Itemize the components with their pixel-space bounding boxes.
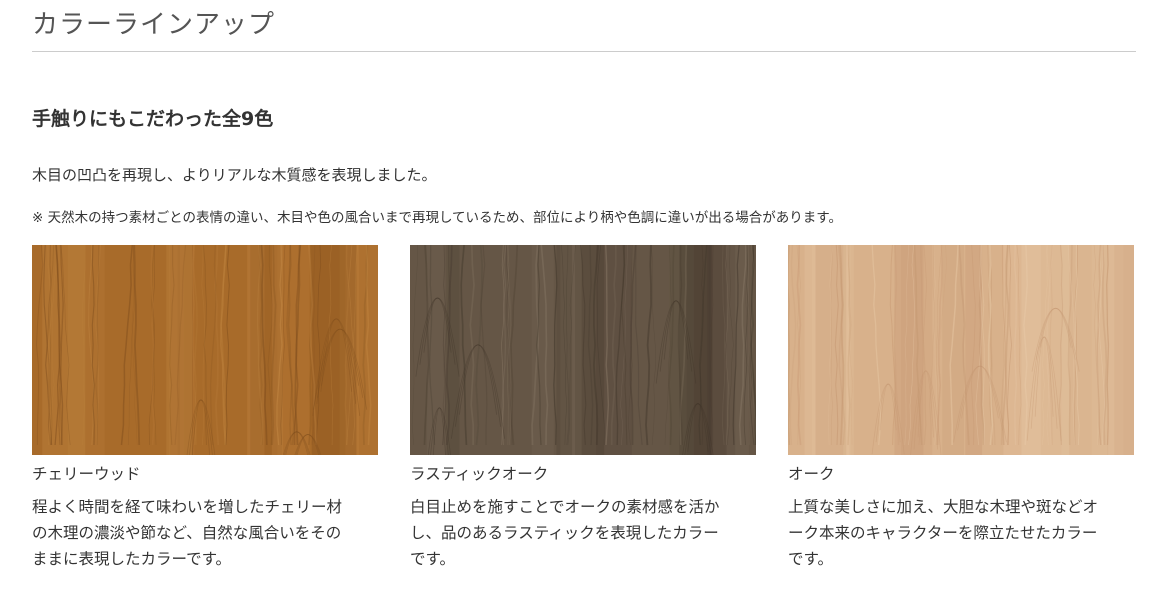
color-card-cherry-wood: チェリーウッド 程よく時間を経て味わいを増したチェリー材 の木理の濃淡や節など、… [32, 245, 378, 572]
section-title: カラーラインアップ [32, 10, 276, 40]
color-name: オーク [788, 465, 835, 483]
lead-text: 木目の凹凸を再現し、よりリアルな木質感を表現しました。 [32, 166, 437, 184]
color-description: 程よく時間を経て味わいを増したチェリー材 の木理の濃淡や節など、自然な風合いをそ… [32, 498, 343, 568]
headline: 手触りにもこだわった全9色 [32, 108, 274, 130]
section-divider [32, 51, 1136, 52]
note-text: ※ 天然木の持つ素材ごとの表情の違い、木目や色の風合いまで再現しているため、部位… [32, 210, 842, 226]
color-lineup-section: カラーラインアップ 手触りにもこだわった全9色 木目の凹凸を再現し、よりリアルな… [32, 0, 1136, 568]
color-card-oak: オーク 上質な美しさに加え、大胆な木理や斑などオ ーク本来のキャラクターを際立た… [788, 245, 1134, 572]
wood-grain-texture [788, 245, 1134, 455]
color-cards: チェリーウッド 程よく時間を経て味わいを増したチェリー材 の木理の濃淡や節など、… [32, 245, 1136, 585]
color-name: チェリーウッド [32, 465, 141, 483]
swatch-image [32, 245, 378, 455]
color-card-rustic-oak: ラスティックオーク 白目止めを施すことでオークの素材感を活か し、品のあるラステ… [410, 245, 756, 572]
swatch-image [788, 245, 1134, 455]
wood-grain-texture [32, 245, 378, 455]
color-description: 白目止めを施すことでオークの素材感を活か し、品のあるラスティックを表現したカラ… [410, 498, 720, 568]
swatch-image [410, 245, 756, 455]
color-description: 上質な美しさに加え、大胆な木理や斑などオ ーク本来のキャラクターを際立たせたカラ… [788, 498, 1099, 568]
wood-grain-texture [410, 245, 756, 455]
color-name: ラスティックオーク [410, 465, 549, 483]
